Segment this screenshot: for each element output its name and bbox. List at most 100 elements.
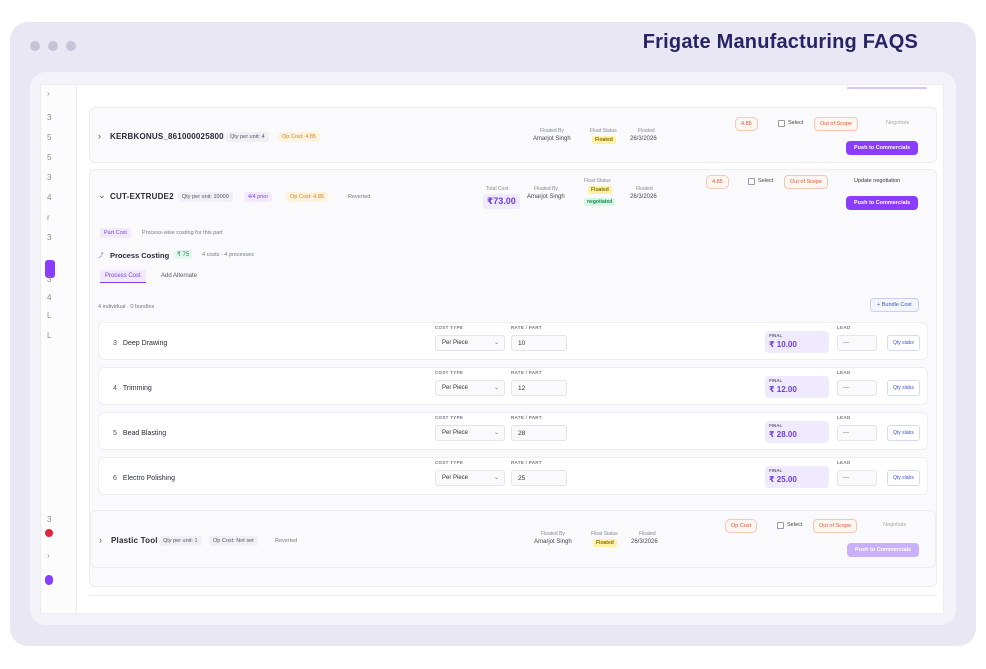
rail-item[interactable]: ›: [47, 551, 50, 560]
cost-type-label: COST TYPE: [435, 325, 464, 330]
total-cost-label: Total Cost: [486, 186, 509, 192]
chevron-down-icon: ⌄: [493, 430, 499, 436]
rail-item[interactable]: r: [47, 213, 50, 222]
float-status-label: Float Status: [584, 178, 611, 184]
notification-icon[interactable]: [45, 529, 53, 537]
update-negotiation-button[interactable]: Update negotiation: [854, 178, 900, 184]
part-cost-tag: Part Cost: [100, 228, 131, 238]
user-avatar-icon[interactable]: [45, 575, 53, 585]
rate-label: RATE / PART: [511, 415, 542, 420]
rail-item[interactable]: 4: [47, 193, 51, 202]
part-row-expanded[interactable]: ⌄ CUT-EXTRUDE2 Qty per unit: 10000 4/4 p…: [89, 169, 937, 587]
out-of-scope-button[interactable]: Out of Scope: [784, 175, 829, 189]
chevron-right-icon[interactable]: ›: [98, 131, 101, 141]
tab-process-cost[interactable]: Process Cost: [100, 270, 146, 283]
process-row[interactable]: 4 Trimming COST TYPE Per Piece ⌄ RATE / PA…: [98, 367, 928, 405]
final-cost: FINAL ₹ 28.00: [765, 421, 829, 443]
push-to-commercials-button[interactable]: Push to Commercials: [846, 196, 919, 210]
floated-date: 26/3/2026: [630, 136, 657, 142]
rail-item[interactable]: 3: [47, 233, 51, 242]
out-of-scope-button[interactable]: Out of Scope: [814, 117, 859, 131]
select-checkbox[interactable]: [748, 178, 755, 185]
qty-slabs-button[interactable]: Qty slabs: [887, 425, 920, 441]
part-name: CUT-EXTRUDE2: [110, 192, 174, 201]
cost-type-label: COST TYPE: [435, 460, 464, 465]
lead-label: LEAD: [837, 460, 851, 465]
lead-label: LEAD: [837, 370, 851, 375]
reverted-label: Reverted: [348, 194, 371, 200]
floated-date-label: Floated: [636, 186, 653, 192]
rail-item[interactable]: L: [47, 331, 51, 340]
floated-date-label: Floated: [639, 531, 656, 537]
window-dot[interactable]: [30, 41, 40, 51]
op-cost-pill: Op Cost: 4.85: [286, 192, 328, 202]
select-checkbox[interactable]: [777, 522, 784, 529]
out-of-scope-button[interactable]: Out of Scope: [813, 519, 858, 533]
cost-type-select[interactable]: Per Piece ⌄: [435, 380, 505, 396]
float-status-badge: Floated: [593, 539, 617, 547]
cost-type-label: COST TYPE: [435, 415, 464, 420]
lead-input[interactable]: —: [837, 335, 877, 351]
chevron-right-icon[interactable]: ›: [99, 535, 102, 545]
cost-type-select[interactable]: Per Piece ⌄: [435, 425, 505, 441]
part-row[interactable]: › Plastic Tool Qty per unit: 1 Op Cost: …: [90, 510, 936, 568]
rail-item[interactable]: 3: [47, 173, 51, 182]
negotiate-button[interactable]: Negotiate: [883, 522, 907, 528]
process-row[interactable]: 5 Bead Blasting COST TYPE Per Piece ⌄ RATE…: [98, 412, 928, 450]
process-row[interactable]: 3 Deep Drawing COST TYPE Per Piece ⌄ RATE …: [98, 322, 928, 360]
qty-slabs-button[interactable]: Qty slabs: [887, 380, 920, 396]
rail-item[interactable]: 4: [47, 293, 51, 302]
bundle-cost-button[interactable]: + Bundle Cost: [870, 298, 919, 312]
push-to-commercials-button[interactable]: Push to Commercials: [847, 543, 920, 557]
app-screen: › 3 5 5 3 4 r 3 3 4 L L 3 › › KERBKONUS_…: [40, 84, 944, 614]
op-cost-pill: Op Cost: Not set: [209, 536, 258, 546]
rail-item[interactable]: 3: [47, 113, 51, 122]
rail-item[interactable]: 5: [47, 133, 51, 142]
cost-type-select[interactable]: Per Piece ⌄: [435, 470, 505, 486]
select-label: Select: [787, 522, 803, 528]
float-status-label: Float Status: [591, 531, 618, 537]
rate-input[interactable]: 28: [511, 425, 567, 441]
float-status-badge: Floated: [588, 186, 612, 194]
op-cost-pill: Op Cost: 4.85: [278, 132, 320, 142]
push-to-commercials-button[interactable]: Push to Commercials: [846, 141, 919, 155]
percent-badge: 4.85: [735, 117, 758, 131]
rail-expand-icon[interactable]: ›: [47, 89, 50, 98]
percent-badge: 4.85: [706, 175, 729, 189]
qty-pill: Qty per unit: 4: [226, 132, 269, 142]
select-label: Select: [788, 120, 804, 126]
lead-input[interactable]: —: [837, 470, 877, 486]
rate-input[interactable]: 25: [511, 470, 567, 486]
tab-add-alternate[interactable]: Add Alternate: [156, 270, 202, 282]
rail-item[interactable]: 3: [47, 515, 51, 524]
cost-type-select[interactable]: Per Piece ⌄: [435, 335, 505, 351]
chevron-down-icon: ⌄: [493, 475, 499, 481]
rail-item[interactable]: 5: [47, 153, 51, 162]
top-divider: [847, 85, 927, 89]
bundle-summary: 4 individual · 0 bundles: [98, 304, 155, 310]
lead-input[interactable]: —: [837, 380, 877, 396]
rate-label: RATE / PART: [511, 370, 542, 375]
rate-input[interactable]: 12: [511, 380, 567, 396]
lead-label: LEAD: [837, 415, 851, 420]
process-row[interactable]: 6 Electro Polishing COST TYPE Per Piece ⌄ …: [98, 457, 928, 495]
next-row-preview: [89, 595, 937, 613]
chevron-down-icon[interactable]: ⌄: [98, 190, 106, 201]
rail-item[interactable]: L: [47, 311, 51, 320]
priors-pill: 4/4 prior: [244, 192, 273, 202]
qty-slabs-button[interactable]: Qty slabs: [887, 470, 920, 486]
rate-input[interactable]: 10: [511, 335, 567, 351]
rail-item[interactable]: 3: [47, 275, 51, 284]
frame-inner: › 3 5 5 3 4 r 3 3 4 L L 3 › › KERBKONUS_…: [30, 72, 956, 625]
lead-input[interactable]: —: [837, 425, 877, 441]
total-cost-value: ₹73.00: [483, 194, 520, 209]
rate-label: RATE / PART: [511, 460, 542, 465]
select-checkbox[interactable]: [778, 120, 785, 127]
window-dot[interactable]: [66, 41, 76, 51]
window-dot[interactable]: [48, 41, 58, 51]
negotiate-button[interactable]: Negotiate: [886, 120, 910, 126]
final-cost: FINAL ₹ 25.00: [765, 466, 829, 488]
qty-slabs-button[interactable]: Qty slabs: [887, 335, 920, 351]
part-row[interactable]: › KERBKONUS_861000025800 Qty per unit: 4…: [89, 107, 937, 163]
main-content: › KERBKONUS_861000025800 Qty per unit: 4…: [85, 85, 941, 613]
